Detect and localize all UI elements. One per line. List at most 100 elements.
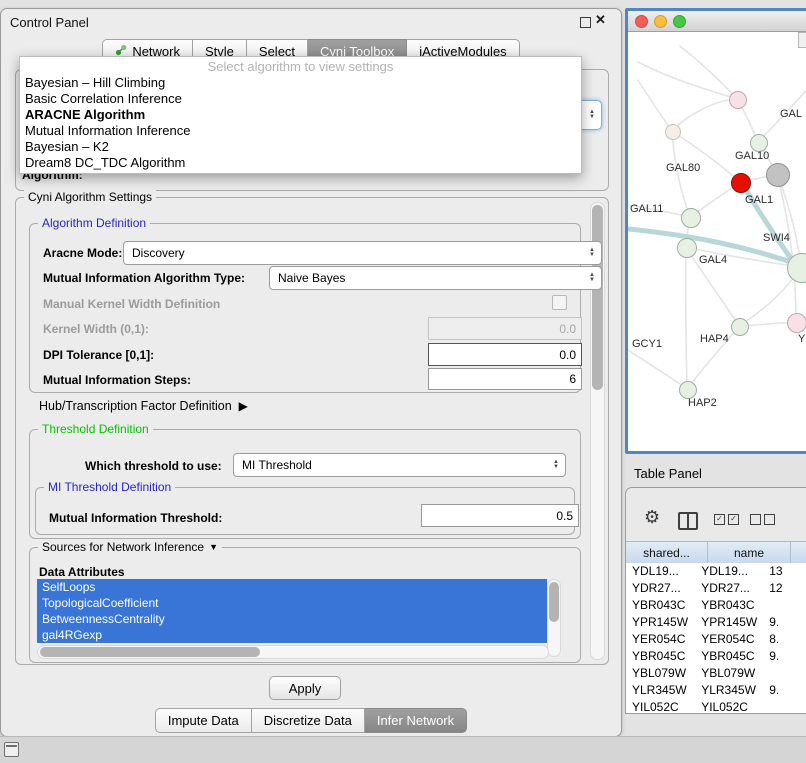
select-all-columns-icon[interactable]: ✓ ✓ bbox=[714, 514, 739, 525]
algorithm-option-bayesian-k2[interactable]: Bayesian – K2 bbox=[20, 139, 581, 155]
stepper-icon: ▲▼ bbox=[585, 273, 599, 283]
network-node[interactable] bbox=[766, 163, 790, 187]
zoom-traffic-light[interactable] bbox=[673, 15, 686, 28]
close-icon[interactable]: ✕ bbox=[595, 12, 606, 28]
table-cell bbox=[765, 699, 806, 714]
stepper-icon: ▲▼ bbox=[549, 460, 563, 470]
hub-section-label: Hub/Transcription Factor Definition bbox=[39, 399, 232, 413]
tab-label: Infer Network bbox=[377, 713, 454, 728]
network-view-window: GALGAL80GAL10GAL11GAL1SWI4GAL4GCY1HAP4YH… bbox=[625, 8, 806, 454]
attribute-list-vscrollbar[interactable] bbox=[547, 579, 561, 657]
dpi-tolerance-field[interactable]: 0.0 bbox=[428, 343, 582, 366]
network-window-titlebar bbox=[628, 11, 806, 32]
network-node[interactable] bbox=[731, 173, 751, 193]
attribute-item-selfloops[interactable]: SelfLoops bbox=[37, 579, 547, 595]
node-label-gcy1: GCY1 bbox=[632, 338, 662, 350]
table-row[interactable]: YDR27...YDR27...12 bbox=[626, 580, 806, 597]
table-cell bbox=[765, 665, 806, 682]
hub-section-header[interactable]: Hub/Transcription Factor Definition ▶ bbox=[39, 399, 248, 413]
node-label-swi4: SWI4 bbox=[763, 232, 790, 244]
table-row[interactable]: YPR145WYPR145W9. bbox=[626, 614, 806, 631]
table-cell: YDR27... bbox=[695, 580, 765, 597]
algorithm-option-aracne-algorithm[interactable]: ARACNE Algorithm bbox=[20, 107, 581, 123]
scrollbar-thumb[interactable] bbox=[592, 205, 603, 390]
scrollbar-thumb[interactable] bbox=[40, 647, 260, 657]
table-row[interactable]: YER054CYER054C8. bbox=[626, 631, 806, 648]
scrollbar-thumb[interactable] bbox=[549, 582, 559, 622]
close-traffic-light[interactable] bbox=[635, 15, 648, 28]
stepper-icon: ▲▼ bbox=[585, 248, 599, 258]
table-cell: YDL19... bbox=[695, 563, 765, 580]
dropdown-prompt: Select algorithm to view settings bbox=[20, 59, 581, 75]
table-cell: YER054C bbox=[695, 631, 765, 648]
table-cell: 9. bbox=[765, 614, 806, 631]
tab-discretize-data[interactable]: Discretize Data bbox=[252, 708, 365, 733]
network-scrollbar[interactable] bbox=[798, 32, 806, 48]
node-label-gal4: GAL4 bbox=[699, 254, 727, 266]
network-node[interactable] bbox=[787, 313, 806, 333]
which-threshold-select[interactable]: MI Threshold ▲▼ bbox=[233, 453, 566, 477]
node-label-y: Y bbox=[798, 333, 805, 345]
mi-threshold-field[interactable]: 0.5 bbox=[421, 504, 579, 527]
network-node[interactable] bbox=[665, 124, 681, 140]
network-canvas[interactable]: GALGAL80GAL10GAL11GAL1SWI4GAL4GCY1HAP4YH… bbox=[628, 32, 806, 451]
collapsed-panel-icon[interactable] bbox=[4, 742, 19, 757]
table-cell: 9. bbox=[765, 648, 806, 665]
mi-type-select[interactable]: Naive Bayes ▲▼ bbox=[269, 266, 602, 290]
table-cell: YDL19... bbox=[626, 563, 695, 580]
attribute-item-topologicalcoefficient[interactable]: TopologicalCoefficient bbox=[37, 595, 547, 611]
algorithm-option-bayesian-hill-climbing[interactable]: Bayesian – Hill Climbing bbox=[20, 75, 581, 91]
tab-infer-network[interactable]: Infer Network bbox=[365, 708, 467, 733]
table-row[interactable]: YBR043CYBR043C bbox=[626, 597, 806, 614]
table-row[interactable]: YBR045CYBR045C9. bbox=[626, 648, 806, 665]
float-window-icon[interactable] bbox=[580, 17, 591, 28]
algorithm-definition-title: Algorithm Definition bbox=[38, 216, 150, 231]
table-cell: YPR145W bbox=[695, 614, 765, 631]
manual-kernel-checkbox bbox=[552, 295, 567, 310]
table-cell: YDR27... bbox=[626, 580, 695, 597]
table-cell: YIL052C bbox=[695, 699, 765, 714]
node-label-gal1: GAL1 bbox=[745, 194, 773, 206]
table-cell bbox=[765, 597, 806, 614]
apply-button[interactable]: Apply bbox=[269, 676, 341, 700]
tab-impute-data[interactable]: Impute Data bbox=[155, 708, 252, 733]
attribute-item-gal4rgexp[interactable]: gal4RGexp bbox=[37, 627, 547, 643]
table-row[interactable]: YDL19...YDL19...13 bbox=[626, 563, 806, 580]
table-cell: YBL079W bbox=[626, 665, 695, 682]
table-row[interactable]: YBL079WYBL079W bbox=[626, 665, 806, 682]
network-node[interactable] bbox=[677, 238, 697, 258]
attribute-item-betweennesscentrality[interactable]: BetweennessCentrality bbox=[37, 611, 547, 627]
table-cell: YBL079W bbox=[695, 665, 765, 682]
columns-icon[interactable] bbox=[678, 512, 698, 530]
column-header-name[interactable]: name bbox=[708, 542, 791, 564]
sources-group-header[interactable]: Sources for Network Inference ▼ bbox=[38, 540, 222, 555]
mi-steps-label: Mutual Information Steps: bbox=[43, 373, 191, 387]
aracne-mode-value: Discovery bbox=[132, 246, 185, 260]
aracne-mode-select[interactable]: Discovery ▲▼ bbox=[123, 241, 602, 265]
dpi-tolerance-label: DPI Tolerance [0,1]: bbox=[43, 348, 154, 362]
gear-icon[interactable]: ⚙ bbox=[644, 508, 660, 526]
data-attributes-list: SelfLoopsTopologicalCoefficientBetweenne… bbox=[37, 579, 547, 643]
table-cell: YLR345W bbox=[695, 682, 765, 699]
table-row[interactable]: YLR345WYLR345W9. bbox=[626, 682, 806, 699]
which-threshold-value: MI Threshold bbox=[242, 458, 312, 472]
column-header-extra[interactable] bbox=[791, 542, 806, 564]
attribute-list-hscrollbar[interactable] bbox=[37, 645, 549, 659]
threshold-definition-title: Threshold Definition bbox=[38, 422, 153, 437]
minimize-traffic-light[interactable] bbox=[654, 15, 667, 28]
network-node[interactable] bbox=[731, 318, 749, 336]
algorithm-option-dream8-dc-tdc-algorithm[interactable]: Dream8 DC_TDC Algorithm bbox=[20, 155, 581, 171]
table-cell: 13 bbox=[765, 563, 806, 580]
table-row[interactable]: YIL052CYIL052C bbox=[626, 699, 806, 714]
algorithm-option-basic-correlation-inference[interactable]: Basic Correlation Inference bbox=[20, 91, 581, 107]
mi-steps-field[interactable]: 6 bbox=[428, 368, 582, 390]
network-node[interactable] bbox=[729, 91, 747, 109]
column-header-shared[interactable]: shared... bbox=[626, 542, 708, 564]
kernel-width-label: Kernel Width (0,1): bbox=[43, 322, 149, 336]
table-cell: YPR145W bbox=[626, 614, 695, 631]
deselect-all-columns-icon[interactable] bbox=[750, 514, 775, 525]
stepper-icon: ▲▼ bbox=[585, 110, 599, 120]
table-cell: 12 bbox=[765, 580, 806, 597]
network-node[interactable] bbox=[681, 208, 701, 228]
algorithm-option-mutual-information-inference[interactable]: Mutual Information Inference bbox=[20, 123, 581, 139]
